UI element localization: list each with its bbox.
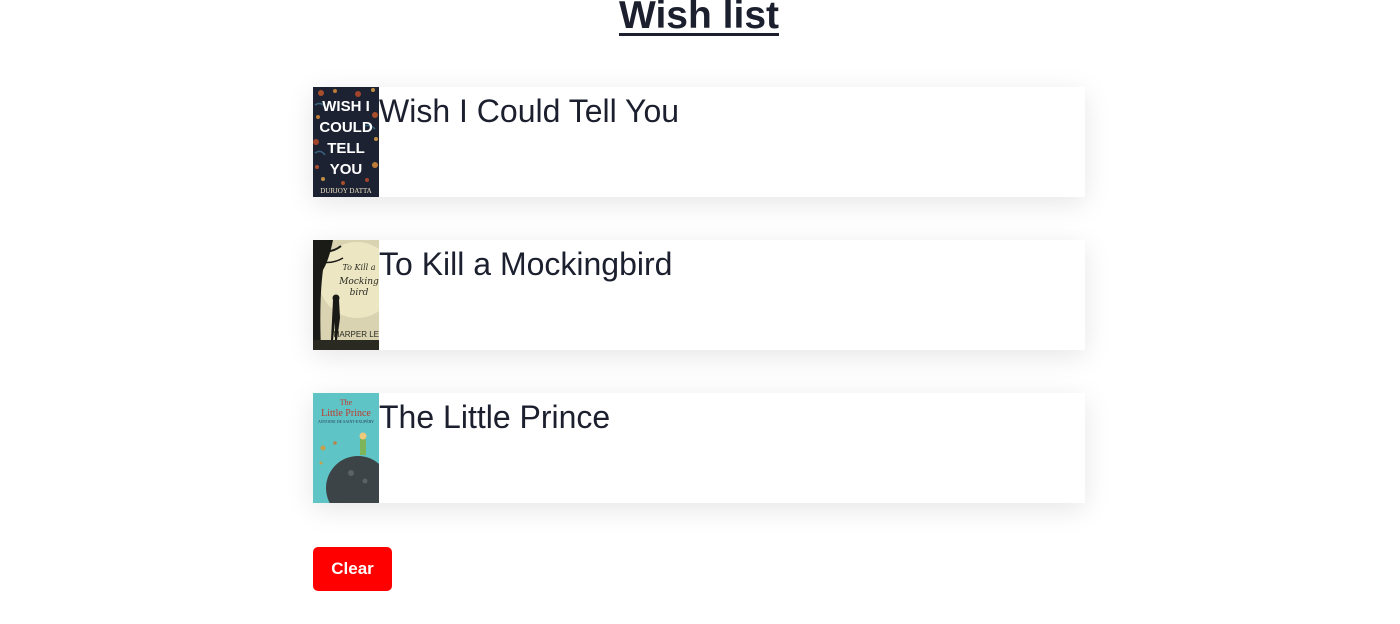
- wishlist-item: The Little Prince ANTOINE DE SAINT-EXUPÉ…: [313, 393, 1085, 503]
- svg-text:TELL: TELL: [327, 140, 365, 157]
- wishlist-item: To Kill a Mocking bird HARPER LEE To Kil…: [313, 240, 1085, 350]
- book-cover-image: To Kill a Mocking bird HARPER LEE: [313, 240, 379, 350]
- svg-text:DURJOY DATTA: DURJOY DATTA: [320, 187, 372, 195]
- svg-text:To Kill a: To Kill a: [342, 263, 375, 272]
- svg-text:The: The: [340, 398, 353, 407]
- svg-text:COULD: COULD: [319, 119, 372, 136]
- page-title: Wish list: [619, 0, 779, 37]
- book-cover-image: The Little Prince ANTOINE DE SAINT-EXUPÉ…: [313, 393, 379, 503]
- svg-text:ANTOINE DE SAINT-EXUPÉRY: ANTOINE DE SAINT-EXUPÉRY: [318, 419, 374, 424]
- svg-text:Mocking: Mocking: [338, 277, 379, 287]
- book-cover-image: WISH I COULD TELL YOU DURJOY DATTA: [313, 87, 379, 197]
- book-title: The Little Prince: [379, 399, 611, 435]
- cover-line: WISH I: [322, 98, 370, 115]
- book-title: To Kill a Mockingbird: [379, 246, 673, 282]
- wishlist-item: WISH I COULD TELL YOU DURJOY DATTA Wish …: [313, 87, 1085, 197]
- svg-text:HARPER LEE: HARPER LEE: [334, 330, 379, 339]
- book-title: Wish I Could Tell You: [379, 93, 680, 129]
- clear-button[interactable]: Clear: [313, 547, 392, 591]
- svg-text:Little Prince: Little Prince: [321, 408, 371, 419]
- svg-text:bird: bird: [350, 288, 369, 298]
- svg-text:YOU: YOU: [330, 161, 363, 178]
